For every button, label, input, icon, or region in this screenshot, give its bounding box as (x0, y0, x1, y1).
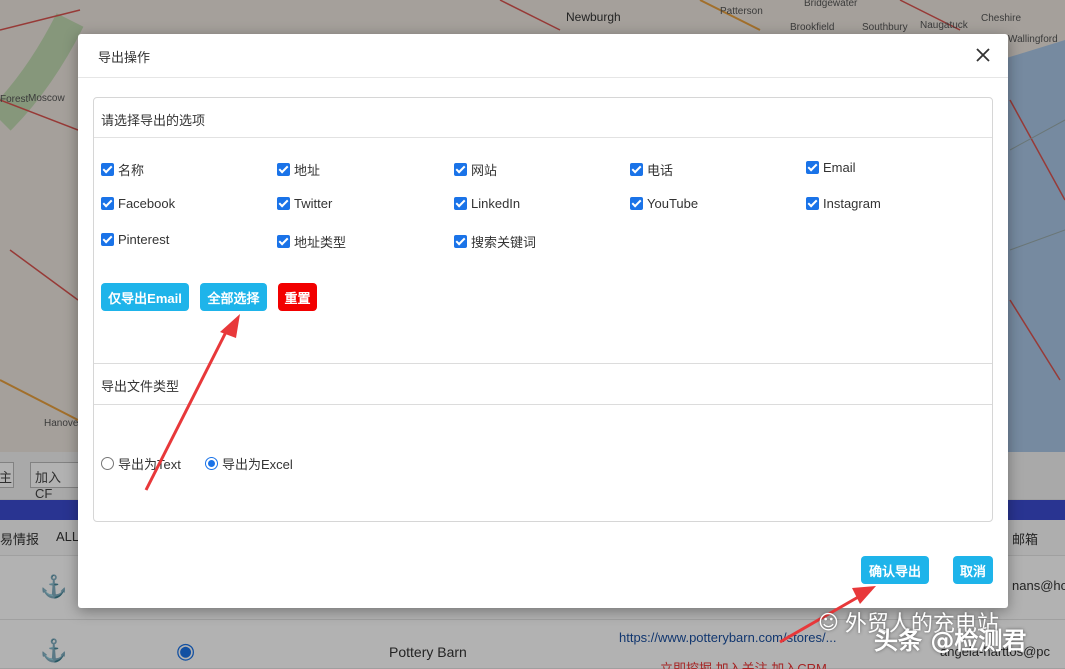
option-label: Facebook (118, 196, 176, 211)
dialog-header: 导出操作 (78, 34, 1008, 78)
option-name[interactable]: 名称 (101, 160, 144, 179)
checkbox[interactable] (277, 163, 290, 176)
export-panel: 请选择导出的选项 名称 地址 网站 电话 Email Facebook Twit… (93, 97, 993, 522)
option-phone[interactable]: 电话 (630, 160, 673, 179)
option-twitter[interactable]: Twitter (277, 196, 332, 211)
cancel-button[interactable]: 取消 (953, 556, 993, 584)
option-linkedin[interactable]: LinkedIn (454, 196, 520, 211)
option-label: 地址类型 (294, 235, 347, 250)
option-label: 网站 (471, 163, 498, 178)
dialog-title: 导出操作 (98, 51, 151, 66)
checkbox[interactable] (277, 235, 290, 248)
reset-button[interactable]: 重置 (278, 283, 317, 311)
option-label: 搜索关键词 (471, 235, 537, 250)
confirm-export-button[interactable]: 确认导出 (861, 556, 929, 584)
checkbox[interactable] (277, 197, 290, 210)
radio-label: 导出为Excel (222, 457, 293, 472)
option-website[interactable]: 网站 (454, 160, 497, 179)
select-all-button[interactable]: 全部选择 (200, 283, 267, 311)
options-section-title: 请选择导出的选项 (94, 98, 992, 138)
watermark-overlay: 头条 @检测君 (874, 627, 1027, 655)
option-label: 地址 (294, 163, 321, 178)
option-label: 名称 (118, 163, 145, 178)
option-label: LinkedIn (471, 196, 521, 211)
checkbox[interactable] (806, 197, 819, 210)
option-pinterest[interactable]: Pinterest (101, 232, 169, 247)
export-email-only-button[interactable]: 仅导出Email (101, 283, 189, 311)
radio-export-text[interactable]: 导出为Text (101, 454, 181, 473)
wechat-icon: ☺ (818, 610, 839, 634)
checkbox[interactable] (101, 197, 114, 210)
option-address[interactable]: 地址 (277, 160, 320, 179)
checkbox[interactable] (101, 233, 114, 246)
export-dialog: 导出操作 请选择导出的选项 名称 地址 网站 电话 Email Facebook… (78, 34, 1008, 608)
checkbox[interactable] (454, 163, 467, 176)
option-label: Email (823, 160, 856, 175)
radio-label: 导出为Text (118, 457, 181, 472)
option-email[interactable]: Email (806, 160, 856, 175)
option-facebook[interactable]: Facebook (101, 196, 175, 211)
checkbox[interactable] (630, 163, 643, 176)
radio-button[interactable] (205, 457, 218, 470)
radio-button[interactable] (101, 457, 114, 470)
option-instagram[interactable]: Instagram (806, 196, 881, 211)
radio-export-excel[interactable]: 导出为Excel (205, 454, 293, 473)
checkbox[interactable] (806, 161, 819, 174)
option-youtube[interactable]: YouTube (630, 196, 698, 211)
option-address-type[interactable]: 地址类型 (277, 232, 346, 251)
option-label: 电话 (647, 163, 674, 178)
checkbox[interactable] (101, 163, 114, 176)
option-label: Instagram (823, 196, 881, 211)
option-label: Pinterest (118, 232, 170, 247)
option-search-keyword[interactable]: 搜索关键词 (454, 232, 536, 251)
checkbox[interactable] (454, 197, 467, 210)
close-icon[interactable] (974, 46, 992, 64)
checkbox[interactable] (454, 235, 467, 248)
option-label: YouTube (647, 196, 699, 211)
checkbox[interactable] (630, 197, 643, 210)
filetype-section-title: 导出文件类型 (94, 363, 992, 405)
option-label: Twitter (294, 196, 333, 211)
